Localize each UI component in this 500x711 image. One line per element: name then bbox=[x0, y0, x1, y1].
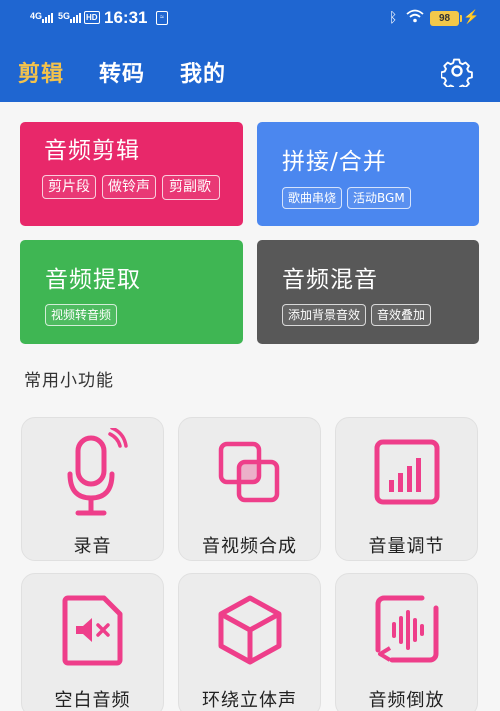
vibrate-icon: ≈ bbox=[156, 11, 168, 25]
tab-transcode[interactable]: 转码 bbox=[99, 56, 145, 88]
status-bar: 4G 5G HD 16:31 ≈ ᛒ 98 ⚡ bbox=[0, 0, 500, 38]
cube-icon bbox=[218, 595, 281, 665]
audio-join-card[interactable]: 拼接/合并 歌曲串烧 活动BGM bbox=[257, 122, 479, 226]
audio-extract-card[interactable]: 音频提取 视频转音频 bbox=[20, 240, 243, 344]
audio-join-title: 拼接/合并 bbox=[282, 149, 387, 175]
chip-cut-clip[interactable]: 剪片段 bbox=[42, 175, 96, 199]
tool-record-label: 录音 bbox=[73, 536, 112, 557]
tool-blank-audio-label: 空白音频 bbox=[54, 690, 131, 711]
tool-av-merge[interactable]: 音视频合成 bbox=[178, 417, 321, 561]
tool-blank-audio[interactable]: 空白音频 bbox=[21, 573, 164, 711]
top-tabs: 剪辑 转码 我的 bbox=[18, 56, 226, 88]
signal-bars-1-icon bbox=[42, 12, 53, 23]
chip-cut-chorus[interactable]: 剪副歌 bbox=[162, 175, 220, 200]
reverse-wave-icon bbox=[375, 595, 438, 663]
clock: 16:31 bbox=[104, 8, 148, 27]
chip-event-bgm[interactable]: 活动BGM bbox=[347, 187, 411, 209]
app-header: 4G 5G HD 16:31 ≈ ᛒ 98 ⚡ 剪辑 转码 我的 bbox=[0, 0, 500, 102]
hd-badge: HD bbox=[84, 11, 100, 24]
microphone-icon bbox=[67, 428, 128, 516]
audio-mix-chips: 添加背景音效 音效叠加 bbox=[282, 304, 432, 326]
chip-make-ringtone[interactable]: 做铃声 bbox=[102, 175, 156, 199]
mute-file-icon bbox=[62, 595, 122, 666]
audio-join-chips: 歌曲串烧 活动BGM bbox=[282, 187, 411, 209]
audio-extract-chips: 视频转音频 bbox=[45, 304, 118, 326]
tool-surround[interactable]: 环绕立体声 bbox=[178, 573, 321, 711]
volume-bars-icon bbox=[374, 439, 439, 505]
audio-edit-chips: 剪片段 做铃声 剪副歌 bbox=[42, 175, 220, 200]
merge-icon bbox=[218, 441, 279, 503]
signal-label-2: 5G bbox=[58, 11, 71, 21]
battery-icon: 98 bbox=[430, 11, 462, 26]
tool-surround-label: 环绕立体声 bbox=[202, 690, 297, 711]
tool-volume-label: 音量调节 bbox=[368, 536, 445, 557]
tool-reverse-label: 音频倒放 bbox=[368, 690, 445, 711]
tab-mine[interactable]: 我的 bbox=[180, 56, 226, 88]
tool-volume[interactable]: 音量调节 bbox=[335, 417, 478, 561]
chip-add-bg-effect[interactable]: 添加背景音效 bbox=[282, 304, 367, 326]
chip-effect-overlay[interactable]: 音效叠加 bbox=[371, 304, 432, 326]
audio-mix-card[interactable]: 音频混音 添加背景音效 音效叠加 bbox=[257, 240, 479, 344]
chip-video-to-audio[interactable]: 视频转音频 bbox=[45, 304, 118, 326]
tool-reverse[interactable]: 音频倒放 bbox=[335, 573, 478, 711]
signal-label-1: 4G bbox=[30, 11, 43, 21]
bluetooth-icon: ᛒ bbox=[389, 9, 398, 25]
audio-mix-title: 音频混音 bbox=[282, 267, 378, 293]
audio-edit-title: 音频剪辑 bbox=[44, 138, 140, 164]
charging-icon: ⚡ bbox=[463, 9, 480, 24]
tool-record[interactable]: 录音 bbox=[21, 417, 164, 561]
wifi-icon bbox=[406, 9, 424, 23]
section-title: 常用小功能 bbox=[24, 371, 114, 391]
tool-av-merge-label: 音视频合成 bbox=[202, 536, 297, 557]
tab-edit[interactable]: 剪辑 bbox=[18, 56, 64, 88]
audio-extract-title: 音频提取 bbox=[45, 267, 141, 293]
chip-song-medley[interactable]: 歌曲串烧 bbox=[282, 187, 343, 209]
signal-bars-2-icon bbox=[70, 12, 81, 23]
gear-icon[interactable] bbox=[441, 55, 473, 87]
audio-edit-card[interactable]: 音频剪辑 剪片段 做铃声 剪副歌 bbox=[20, 122, 243, 226]
